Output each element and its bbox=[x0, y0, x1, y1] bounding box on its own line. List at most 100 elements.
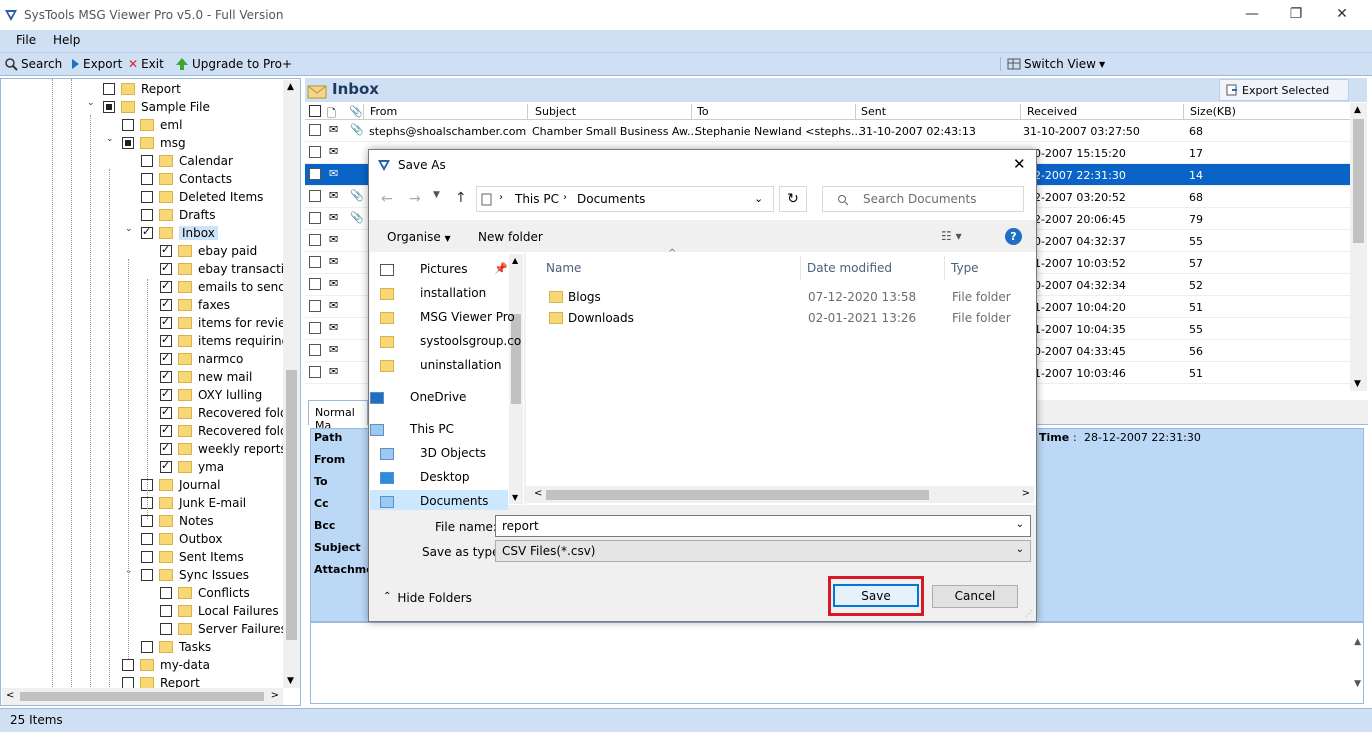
menu-help[interactable]: Help bbox=[53, 33, 80, 47]
tree-checkbox[interactable] bbox=[122, 119, 134, 131]
tree-checkbox[interactable] bbox=[160, 623, 172, 635]
upgrade-button[interactable]: Upgrade to Pro+ bbox=[175, 57, 292, 71]
col-from[interactable]: From bbox=[370, 105, 397, 118]
mail-row-checkbox[interactable] bbox=[309, 124, 327, 139]
dialog-close-icon[interactable]: ✕ bbox=[1013, 155, 1026, 173]
body-scroll-down[interactable]: ▼ bbox=[1354, 679, 1361, 689]
address-bar[interactable]: › This PC › Documents ⌄ bbox=[476, 186, 774, 212]
tree-checkbox[interactable] bbox=[141, 641, 153, 653]
tab-normal-mail[interactable]: Normal Ma bbox=[308, 400, 368, 432]
col-subject[interactable]: Subject bbox=[535, 105, 576, 118]
maximize-button[interactable]: ❐ bbox=[1286, 6, 1306, 22]
tree-checkbox[interactable] bbox=[141, 209, 153, 221]
tree-vertical-scrollbar[interactable]: ▲ ▼ bbox=[283, 80, 300, 688]
tree-checkbox[interactable] bbox=[103, 101, 115, 113]
switch-view-button[interactable]: Switch View ▼ bbox=[1000, 57, 1105, 71]
tree-checkbox[interactable] bbox=[160, 459, 172, 473]
tree-item[interactable]: eml bbox=[122, 116, 182, 134]
resize-grip-icon[interactable]: ⋰ bbox=[1025, 609, 1033, 618]
tree-item[interactable]: my-data bbox=[122, 656, 210, 674]
minimize-button[interactable]: — bbox=[1242, 6, 1262, 22]
tree-item[interactable]: Journal bbox=[141, 476, 221, 494]
tree-item[interactable]: Drafts bbox=[141, 206, 216, 224]
address-dropdown-icon[interactable]: ⌄ bbox=[754, 192, 763, 205]
tree-checkbox[interactable] bbox=[141, 155, 153, 167]
tree-checkbox[interactable] bbox=[160, 405, 172, 419]
save-button[interactable]: Save bbox=[833, 584, 919, 607]
view-options-icon[interactable]: ☷ ▾ bbox=[941, 229, 962, 243]
close-button[interactable]: ✕ bbox=[1332, 6, 1352, 22]
tree-item[interactable]: ebay transaction bbox=[160, 260, 299, 278]
tree-checkbox[interactable] bbox=[160, 423, 172, 437]
tree-checkbox[interactable] bbox=[160, 297, 172, 311]
tree-item[interactable]: msg bbox=[122, 134, 186, 152]
mail-row-checkbox[interactable] bbox=[309, 212, 327, 227]
tree-checkbox[interactable] bbox=[141, 173, 153, 185]
tree-item[interactable]: Report bbox=[103, 80, 181, 98]
mail-row-checkbox[interactable] bbox=[309, 190, 327, 205]
tree-expand-icon[interactable]: ⌄ bbox=[125, 224, 133, 234]
mail-row-checkbox[interactable] bbox=[309, 278, 327, 293]
tree-item[interactable]: Local Failures bbox=[160, 602, 279, 620]
menu-file[interactable]: File bbox=[16, 33, 36, 47]
tree-checkbox[interactable] bbox=[141, 569, 153, 581]
tree-checkbox[interactable] bbox=[141, 533, 153, 545]
tree-item[interactable]: Tasks bbox=[141, 638, 211, 656]
tree-item[interactable]: Recovered folde bbox=[160, 404, 295, 422]
tree-item[interactable]: Server Failures bbox=[160, 620, 287, 638]
tree-item[interactable]: Outbox bbox=[141, 530, 222, 548]
tree-expand-icon[interactable]: ⌄ bbox=[87, 98, 95, 108]
mail-list-scrollbar[interactable]: ▲ ▼ bbox=[1350, 103, 1367, 391]
organise-button[interactable]: Organise ▼ bbox=[387, 230, 451, 244]
nav-item[interactable]: installation bbox=[420, 286, 486, 300]
tree-checkbox[interactable] bbox=[160, 387, 172, 401]
nav-item[interactable]: Documents bbox=[420, 494, 488, 508]
tree-checkbox[interactable] bbox=[160, 315, 172, 329]
export-button[interactable]: Export bbox=[70, 57, 122, 71]
tree-item[interactable]: emails to send bbox=[160, 278, 286, 296]
mail-row-checkbox[interactable] bbox=[309, 256, 327, 271]
nav-item[interactable]: 3D Objects bbox=[420, 446, 486, 460]
nav-item[interactable]: Desktop bbox=[420, 470, 470, 484]
tree-item[interactable]: Inbox bbox=[141, 224, 218, 242]
tree-checkbox[interactable] bbox=[160, 587, 172, 599]
hide-folders-button[interactable]: ⌃ Hide Folders bbox=[383, 591, 472, 605]
tree-checkbox[interactable] bbox=[141, 191, 153, 203]
save-type-select[interactable]: CSV Files(*.csv) ⌄ bbox=[495, 540, 1031, 562]
mail-row-checkbox[interactable] bbox=[309, 322, 327, 337]
select-all-checkbox[interactable] bbox=[309, 105, 327, 120]
up-arrow-icon[interactable]: ↑ bbox=[455, 190, 467, 206]
tree-item[interactable]: Recovered folde bbox=[160, 422, 295, 440]
new-folder-button[interactable]: New folder bbox=[478, 230, 543, 244]
col-to[interactable]: To bbox=[697, 105, 709, 118]
tree-item[interactable]: ebay paid bbox=[160, 242, 257, 260]
tree-item[interactable]: new mail bbox=[160, 368, 252, 386]
tree-item[interactable]: Sent Items bbox=[141, 548, 244, 566]
tree-checkbox[interactable] bbox=[160, 605, 172, 617]
search-documents-field[interactable]: Search Documents bbox=[822, 186, 1024, 212]
back-arrow-icon[interactable]: ← bbox=[381, 191, 393, 207]
exit-button[interactable]: ✕ Exit bbox=[128, 57, 164, 71]
file-list-hscroll[interactable]: < > bbox=[526, 486, 1034, 503]
tree-checkbox[interactable] bbox=[122, 659, 134, 671]
tree-checkbox[interactable] bbox=[122, 137, 134, 149]
cancel-button[interactable]: Cancel bbox=[932, 585, 1018, 608]
file-name-input[interactable]: report ⌄ bbox=[495, 515, 1031, 537]
tree-item[interactable]: Sample File bbox=[103, 98, 210, 116]
mail-row-checkbox[interactable] bbox=[309, 344, 327, 359]
mail-row-checkbox[interactable] bbox=[309, 300, 327, 315]
body-scroll-up[interactable]: ▲ bbox=[1354, 637, 1361, 647]
col-type[interactable]: Type bbox=[951, 261, 979, 275]
tree-item[interactable]: Calendar bbox=[141, 152, 233, 170]
tree-checkbox[interactable] bbox=[160, 351, 172, 365]
tree-checkbox[interactable] bbox=[141, 225, 153, 239]
export-selected-button[interactable]: Export Selected bbox=[1219, 79, 1349, 101]
mail-row-checkbox[interactable] bbox=[309, 366, 327, 381]
mail-row-checkbox[interactable] bbox=[309, 146, 327, 161]
tree-item[interactable]: narmco bbox=[160, 350, 243, 368]
tree-item[interactable]: Junk E-mail bbox=[141, 494, 246, 512]
tree-checkbox[interactable] bbox=[141, 551, 153, 563]
tree-item[interactable]: Sync Issues bbox=[141, 566, 249, 584]
tree-checkbox[interactable] bbox=[160, 333, 172, 347]
col-date-modified[interactable]: Date modified bbox=[807, 261, 892, 275]
